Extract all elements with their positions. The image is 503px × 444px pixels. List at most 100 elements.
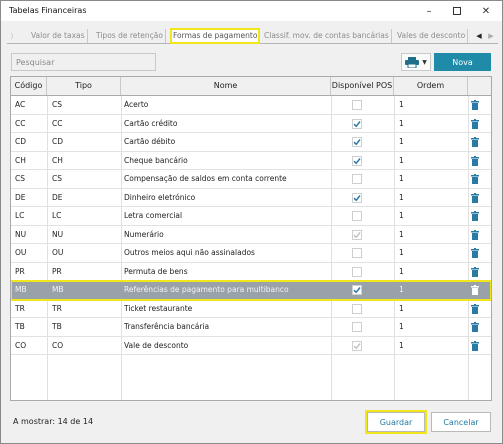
pos-available-checkbox[interactable] <box>352 248 362 258</box>
delete-row-button[interactable] <box>471 303 479 314</box>
column-header-ordem[interactable]: Ordem <box>394 77 468 95</box>
pos-available-checkbox[interactable] <box>352 285 362 295</box>
cell-ordem: 1 <box>399 229 404 239</box>
trash-icon <box>471 340 479 351</box>
delete-row-button[interactable] <box>471 248 479 258</box>
new-button[interactable]: Nova <box>434 53 491 71</box>
cell-ordem: 1 <box>399 192 404 202</box>
trash-icon <box>471 118 479 129</box>
table-row[interactable]: CO CO Vale de desconto 1 <box>11 337 491 355</box>
cell-tipo: CO <box>52 340 64 350</box>
close-button[interactable]: ✕ <box>472 1 500 21</box>
cell-codigo: TB <box>15 322 25 331</box>
minimize-button[interactable]: – <box>415 1 443 21</box>
table-row[interactable]: LC LC Letra comercial 1 <box>11 207 491 226</box>
delete-row-button[interactable] <box>471 137 479 147</box>
pos-available-checkbox[interactable] <box>352 322 362 332</box>
pos-available-checkbox[interactable] <box>352 229 362 240</box>
delete-row-button[interactable] <box>471 192 479 203</box>
table-row[interactable]: CH CH Cheque bancário 1 <box>11 152 491 170</box>
pos-available-checkbox[interactable] <box>352 155 362 166</box>
delete-row-button[interactable] <box>471 340 479 351</box>
pos-available-checkbox[interactable] <box>352 266 362 277</box>
delete-row-button[interactable] <box>471 229 479 240</box>
column-header-codigo[interactable]: Código <box>11 77 47 95</box>
cell-codigo: TR <box>15 303 25 313</box>
financial-tables-window: Tabelas Financeiras – ✕ ⟩ Valor de taxas… <box>0 0 503 444</box>
pos-available-checkbox[interactable] <box>352 340 362 351</box>
column-header-tipo[interactable]: Tipo <box>47 77 121 95</box>
trash-icon <box>471 303 479 314</box>
save-button[interactable]: Guardar <box>365 410 427 434</box>
pos-available-checkbox[interactable] <box>352 100 362 110</box>
cell-tipo: DE <box>52 192 63 202</box>
pos-available-checkbox[interactable] <box>352 303 362 314</box>
search-input[interactable] <box>11 53 156 71</box>
tab-tipos-de-retencao[interactable]: Tipos de retenção <box>94 29 166 43</box>
delete-row-button[interactable] <box>471 174 479 184</box>
table-row[interactable]: CD CD Cartão débito 1 <box>11 133 491 152</box>
cell-nome: Vale de desconto <box>124 340 189 350</box>
tab-scroll-next-button[interactable]: ▶ <box>486 29 496 43</box>
cell-nome: Transferência bancária <box>124 322 210 331</box>
cell-tipo: NU <box>52 229 64 239</box>
table-row[interactable]: CC CC Cartão crédito 1 <box>11 115 491 133</box>
table-row[interactable]: NU NU Numerário 1 <box>11 226 491 244</box>
tab-vales-de-desconto[interactable]: Vales de desconto <box>395 29 469 43</box>
table-row[interactable]: TB TB Transferência bancária 1 <box>11 318 491 337</box>
table-row[interactable]: MB MB Referências de pagamento para multib… <box>11 280 491 301</box>
table-row[interactable]: OU OU Outros meios aqui não assinalados 1 <box>11 244 491 263</box>
printer-icon <box>405 56 420 68</box>
cell-tipo: CH <box>52 155 63 165</box>
close-icon: ✕ <box>481 5 491 17</box>
pos-available-checkbox[interactable] <box>352 192 362 203</box>
checkmark-icon <box>353 342 361 349</box>
tab-scroll-prev-button[interactable]: ◀ <box>474 29 484 43</box>
cell-codigo: OU <box>15 248 27 257</box>
table-row[interactable]: CS CS Compensação de saldos em conta corre… <box>11 170 491 189</box>
cell-nome: Letra comercial <box>124 211 183 220</box>
print-button[interactable]: ▼ <box>401 53 431 71</box>
cell-nome: Cartão crédito <box>124 118 178 128</box>
cell-ordem: 1 <box>399 266 404 276</box>
delete-row-button[interactable] <box>471 155 479 166</box>
tab-classif-mov-contas[interactable]: Classif. mov. de contas bancárias <box>262 29 392 43</box>
delete-row-button[interactable] <box>471 285 479 295</box>
maximize-button[interactable] <box>443 1 471 21</box>
tab-formas-de-pagamento[interactable]: Formas de pagamento <box>169 28 261 44</box>
table-row[interactable]: DE DE Dinheiro eletrónico 1 <box>11 189 491 207</box>
tab-valor-de-taxas[interactable]: Valor de taxas <box>29 29 88 43</box>
pos-available-checkbox[interactable] <box>352 118 362 129</box>
cell-tipo: MB <box>52 285 64 294</box>
delete-row-button[interactable] <box>471 322 479 332</box>
delete-row-button[interactable] <box>471 211 479 221</box>
delete-row-button[interactable] <box>471 266 479 277</box>
tab-scroll-left-button[interactable]: ⟩ <box>7 29 17 43</box>
title-bar: Tabelas Financeiras – ✕ <box>1 1 502 21</box>
checkmark-icon <box>353 194 361 201</box>
pos-available-checkbox[interactable] <box>352 174 362 184</box>
cell-nome: Cartão débito <box>124 137 176 146</box>
checkmark-icon <box>353 231 361 238</box>
table-row[interactable]: PR PR Permuta de bens 1 <box>11 263 491 281</box>
delete-row-button[interactable] <box>471 100 479 110</box>
cancel-button[interactable]: Cancelar <box>431 412 491 432</box>
table-row[interactable]: TR TR Ticket restaurante 1 <box>11 300 491 318</box>
cell-nome: Dinheiro eletrónico <box>124 192 196 202</box>
triangle-right-icon: ▶ <box>488 32 494 40</box>
cell-tipo: TR <box>52 303 62 313</box>
delete-row-button[interactable] <box>471 118 479 129</box>
table-row[interactable]: AC CS Acerto 1 <box>11 96 491 115</box>
cell-nome: Numerário <box>124 229 164 239</box>
pos-available-checkbox[interactable] <box>352 137 362 147</box>
triangle-left-icon: ◀ <box>476 32 482 40</box>
cell-ordem: 1 <box>399 118 404 128</box>
cell-ordem: 1 <box>399 340 404 350</box>
cell-codigo: CS <box>15 174 25 183</box>
cell-tipo: PR <box>52 266 62 276</box>
cell-nome: Outros meios aqui não assinalados <box>124 248 255 257</box>
pos-available-checkbox[interactable] <box>352 211 362 221</box>
cell-nome: Referências de pagamento para multibanco <box>124 285 289 294</box>
column-header-nome[interactable]: Nome <box>121 77 331 95</box>
column-header-disponivel-pos[interactable]: Disponível POS <box>331 77 394 95</box>
